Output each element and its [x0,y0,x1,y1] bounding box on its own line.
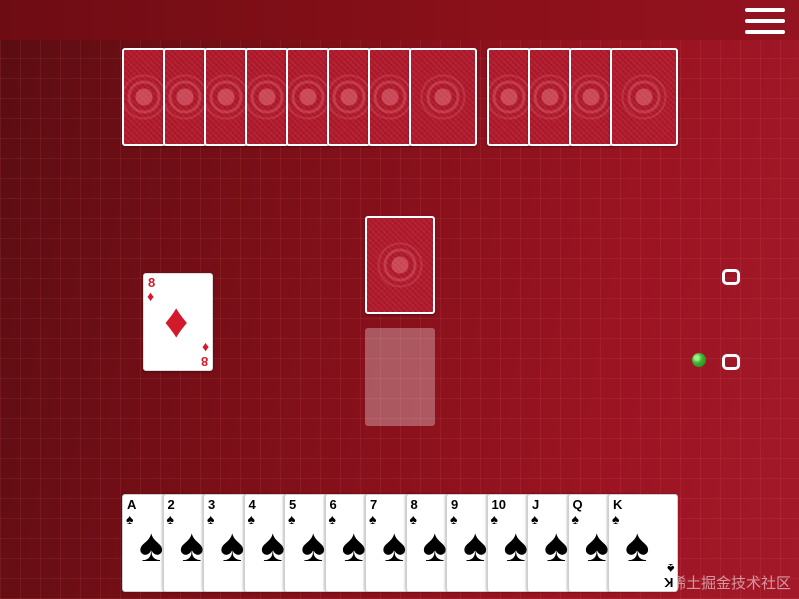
played-card: 8 ♦ ♦ ♦ 8 [143,273,213,371]
opponent-card-back [204,48,248,146]
spade-icon: ♠ [409,511,417,527]
opponent-card-back [528,48,572,146]
opponent-card-back [487,48,531,146]
card-rank: A [127,497,137,512]
spade-icon: ♠ [139,519,164,571]
card-rank: 8 [410,497,418,512]
card-rank: 4 [248,497,256,512]
card-rank: 7 [370,497,378,512]
opponent-card-back [163,48,207,146]
spade-icon: ♠ [612,511,620,527]
spade-icon: ♠ [126,511,134,527]
opponent-card-back [122,48,166,146]
spade-icon: ♠ [247,511,255,527]
card-rank: K [613,497,623,512]
opponent-card-back [610,48,678,146]
card-rank: 9 [451,497,459,512]
spade-icon: ♠ [584,519,609,571]
spade-icon: ♠ [625,519,650,571]
card-rank: J [532,497,540,512]
spade-icon: ♠ [328,511,336,527]
spade-icon: ♠ [369,511,377,527]
player-score-badge [722,354,740,370]
card-rank: Q [572,497,583,512]
card-rank: K [663,575,673,590]
menu-line [745,30,785,34]
spade-icon: ♠ [301,519,326,571]
spade-icon: ♠ [422,519,447,571]
hamburger-menu-icon[interactable] [745,8,787,34]
opponent-score-badge [722,269,740,285]
spade-icon: ♠ [288,511,296,527]
spade-icon: ♠ [450,511,458,527]
opponent-card-back [286,48,330,146]
opponent-card-back [409,48,477,146]
card-rank: 10 [491,497,506,512]
diamond-icon: ♦ [147,288,155,304]
hand-card[interactable]: K ♠ ♠ ♠ K [608,494,678,592]
card-rank: 3 [208,497,216,512]
discard-slot[interactable] [365,328,435,426]
spade-icon: ♠ [544,519,569,571]
diamond-icon: ♦ [164,295,189,348]
spade-icon: ♠ [179,519,204,571]
spade-icon: ♠ [571,511,579,527]
spade-icon: ♠ [220,519,245,571]
card-rank: 6 [329,497,337,512]
opponent-card-back [245,48,289,146]
card-rank: 5 [289,497,297,512]
spade-icon: ♠ [490,511,498,527]
spade-icon: ♠ [341,519,366,571]
top-bar [0,0,799,40]
opponent-card-back [327,48,371,146]
card-rank: 8 [200,354,208,369]
spade-icon: ♠ [382,519,407,571]
draw-pile-card[interactable] [365,216,435,314]
diamond-icon: ♦ [201,340,209,356]
spade-icon: ♠ [207,511,215,527]
spade-icon: ♠ [463,519,488,571]
menu-line [745,8,785,12]
card-rank: 2 [167,497,175,512]
spade-icon: ♠ [503,519,528,571]
green-dot-icon [692,353,706,367]
spade-icon: ♠ [531,511,539,527]
opponent-card-back [368,48,412,146]
opponent-card-back [569,48,613,146]
menu-line [745,19,785,23]
spade-icon: ♠ [260,519,285,571]
spade-icon: ♠ [166,511,174,527]
spade-icon: ♠ [666,561,674,577]
